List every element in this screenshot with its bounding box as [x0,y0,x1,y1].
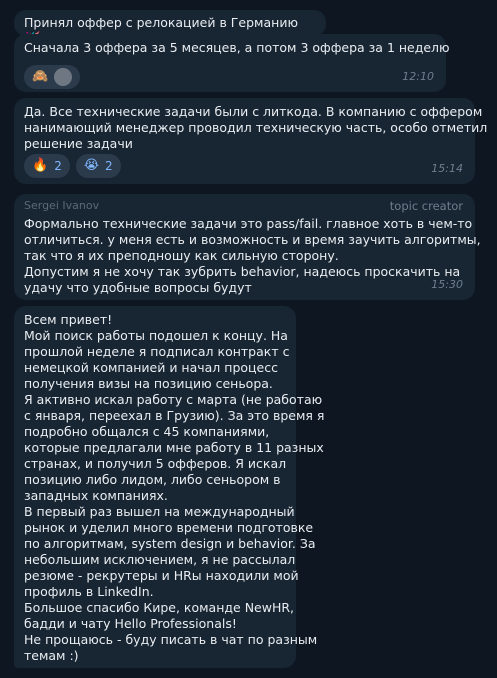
message-text-line: удачу что удобные вопросы будут [24,280,252,295]
message-text-line: подробно общался с 45 компаниями, [24,424,270,439]
fire-emoji-icon: 🔥 [32,158,49,173]
message-text-line: бадди и чату Hello Professionals! [24,616,237,631]
message-text-line: Да. Все технические задачи были с литкод… [24,104,483,119]
message-text-line: странах, и получил 5 офферов. Я искал [24,456,287,471]
message-time: 15:14 [431,162,463,175]
message-text: Принял оффер с релокацией в Германию [24,15,298,30]
message-bubble-3[interactable]: Да. Все технические задачи были с литкод… [14,98,488,184]
message-bubble-4[interactable]: Sergei Ivanov topic creator Формально те… [14,194,481,300]
monkey-emoji-icon: 🙈 [32,69,49,84]
message-text-line: Большое спасибо Кире, команде NewHR, [24,600,295,615]
reactions-bar: 🔥 2 😭 2 [24,154,121,178]
message-text-line: по алгоритмам, system design и behavior.… [24,536,316,551]
message-text-line: прошлой неделе я подписал контракт с [24,344,290,359]
reaction-fire[interactable]: 🔥 2 [24,154,70,178]
sender-name[interactable]: Sergei Ivanov [24,198,99,214]
reactions-bar: 🙈 [24,65,81,89]
message-text-line: Мой поиск работы подошел к концу. На [24,328,288,343]
message-text-line: с января, переехал в Грузию). За это вре… [24,408,325,423]
message-text-line: позицию либо лидом, либо сеньором в [24,472,281,487]
reaction-count: 2 [105,159,113,173]
crying-emoji-icon: 😭 [83,158,100,173]
message-text-line: Я активно искал работу с марта (не работ… [24,392,323,407]
message-text-line: немецкой компанией и начал процесс [24,360,278,375]
message-text-line: небольшим исключением, я не рассылал [24,552,296,567]
message-text-line: рынок и уделил много времени подготовке [24,520,314,535]
message-text-line: Всем привет! [24,312,113,327]
message-time: 15:30 [431,278,463,291]
message-text-line: получения визы на позицию сеньора. [24,376,273,391]
message-text-line: профиль в LinkedIn. [24,584,154,599]
message-text-line: решение задачи [24,136,133,151]
message-bubble-5[interactable]: Всем привет! Мой поиск работы подошел к … [14,306,325,668]
message-text-line: В первый раз вышел на международный [24,504,295,519]
message-text-line: Не прощаюсь - буду писать в чат по разны… [24,632,318,647]
message-time: 12:10 [402,70,434,83]
message-text-line: Формально технические задачи это pass/fa… [24,216,473,231]
message-text-line: отличиться. у меня есть и возможность и … [24,232,481,247]
message-text-line: резюме - рекрутеры и HRы находили мой [24,568,299,583]
message-text-line: темам :) [24,648,79,663]
reaction-chip[interactable]: 🙈 [24,65,81,89]
message-bubble-2[interactable]: Сначала 3 оффера за 5 месяцев, а потом 3… [14,34,450,92]
message-text-line: которые предлагали мне работу в 11 разны… [24,440,324,455]
message-text-line: Допустим я не хочу так зубрить behavior,… [24,264,461,279]
message-bubble-1[interactable]: Принял оффер с релокацией в Германию 🥳 [14,10,326,47]
message-text-line: западных компаниях. [24,488,168,503]
message-text-line: нанимающий менеджер проводил техническую… [24,120,488,135]
reaction-crying[interactable]: 😭 2 [75,154,121,178]
topic-creator-tag: topic creator [389,199,463,213]
reactor-avatar [54,68,73,86]
message-text: Сначала 3 оффера за 5 месяцев, а потом 3… [24,40,450,55]
reaction-count: 2 [54,159,62,173]
message-text-line: так что я их преподношу как сильную стор… [24,248,339,263]
